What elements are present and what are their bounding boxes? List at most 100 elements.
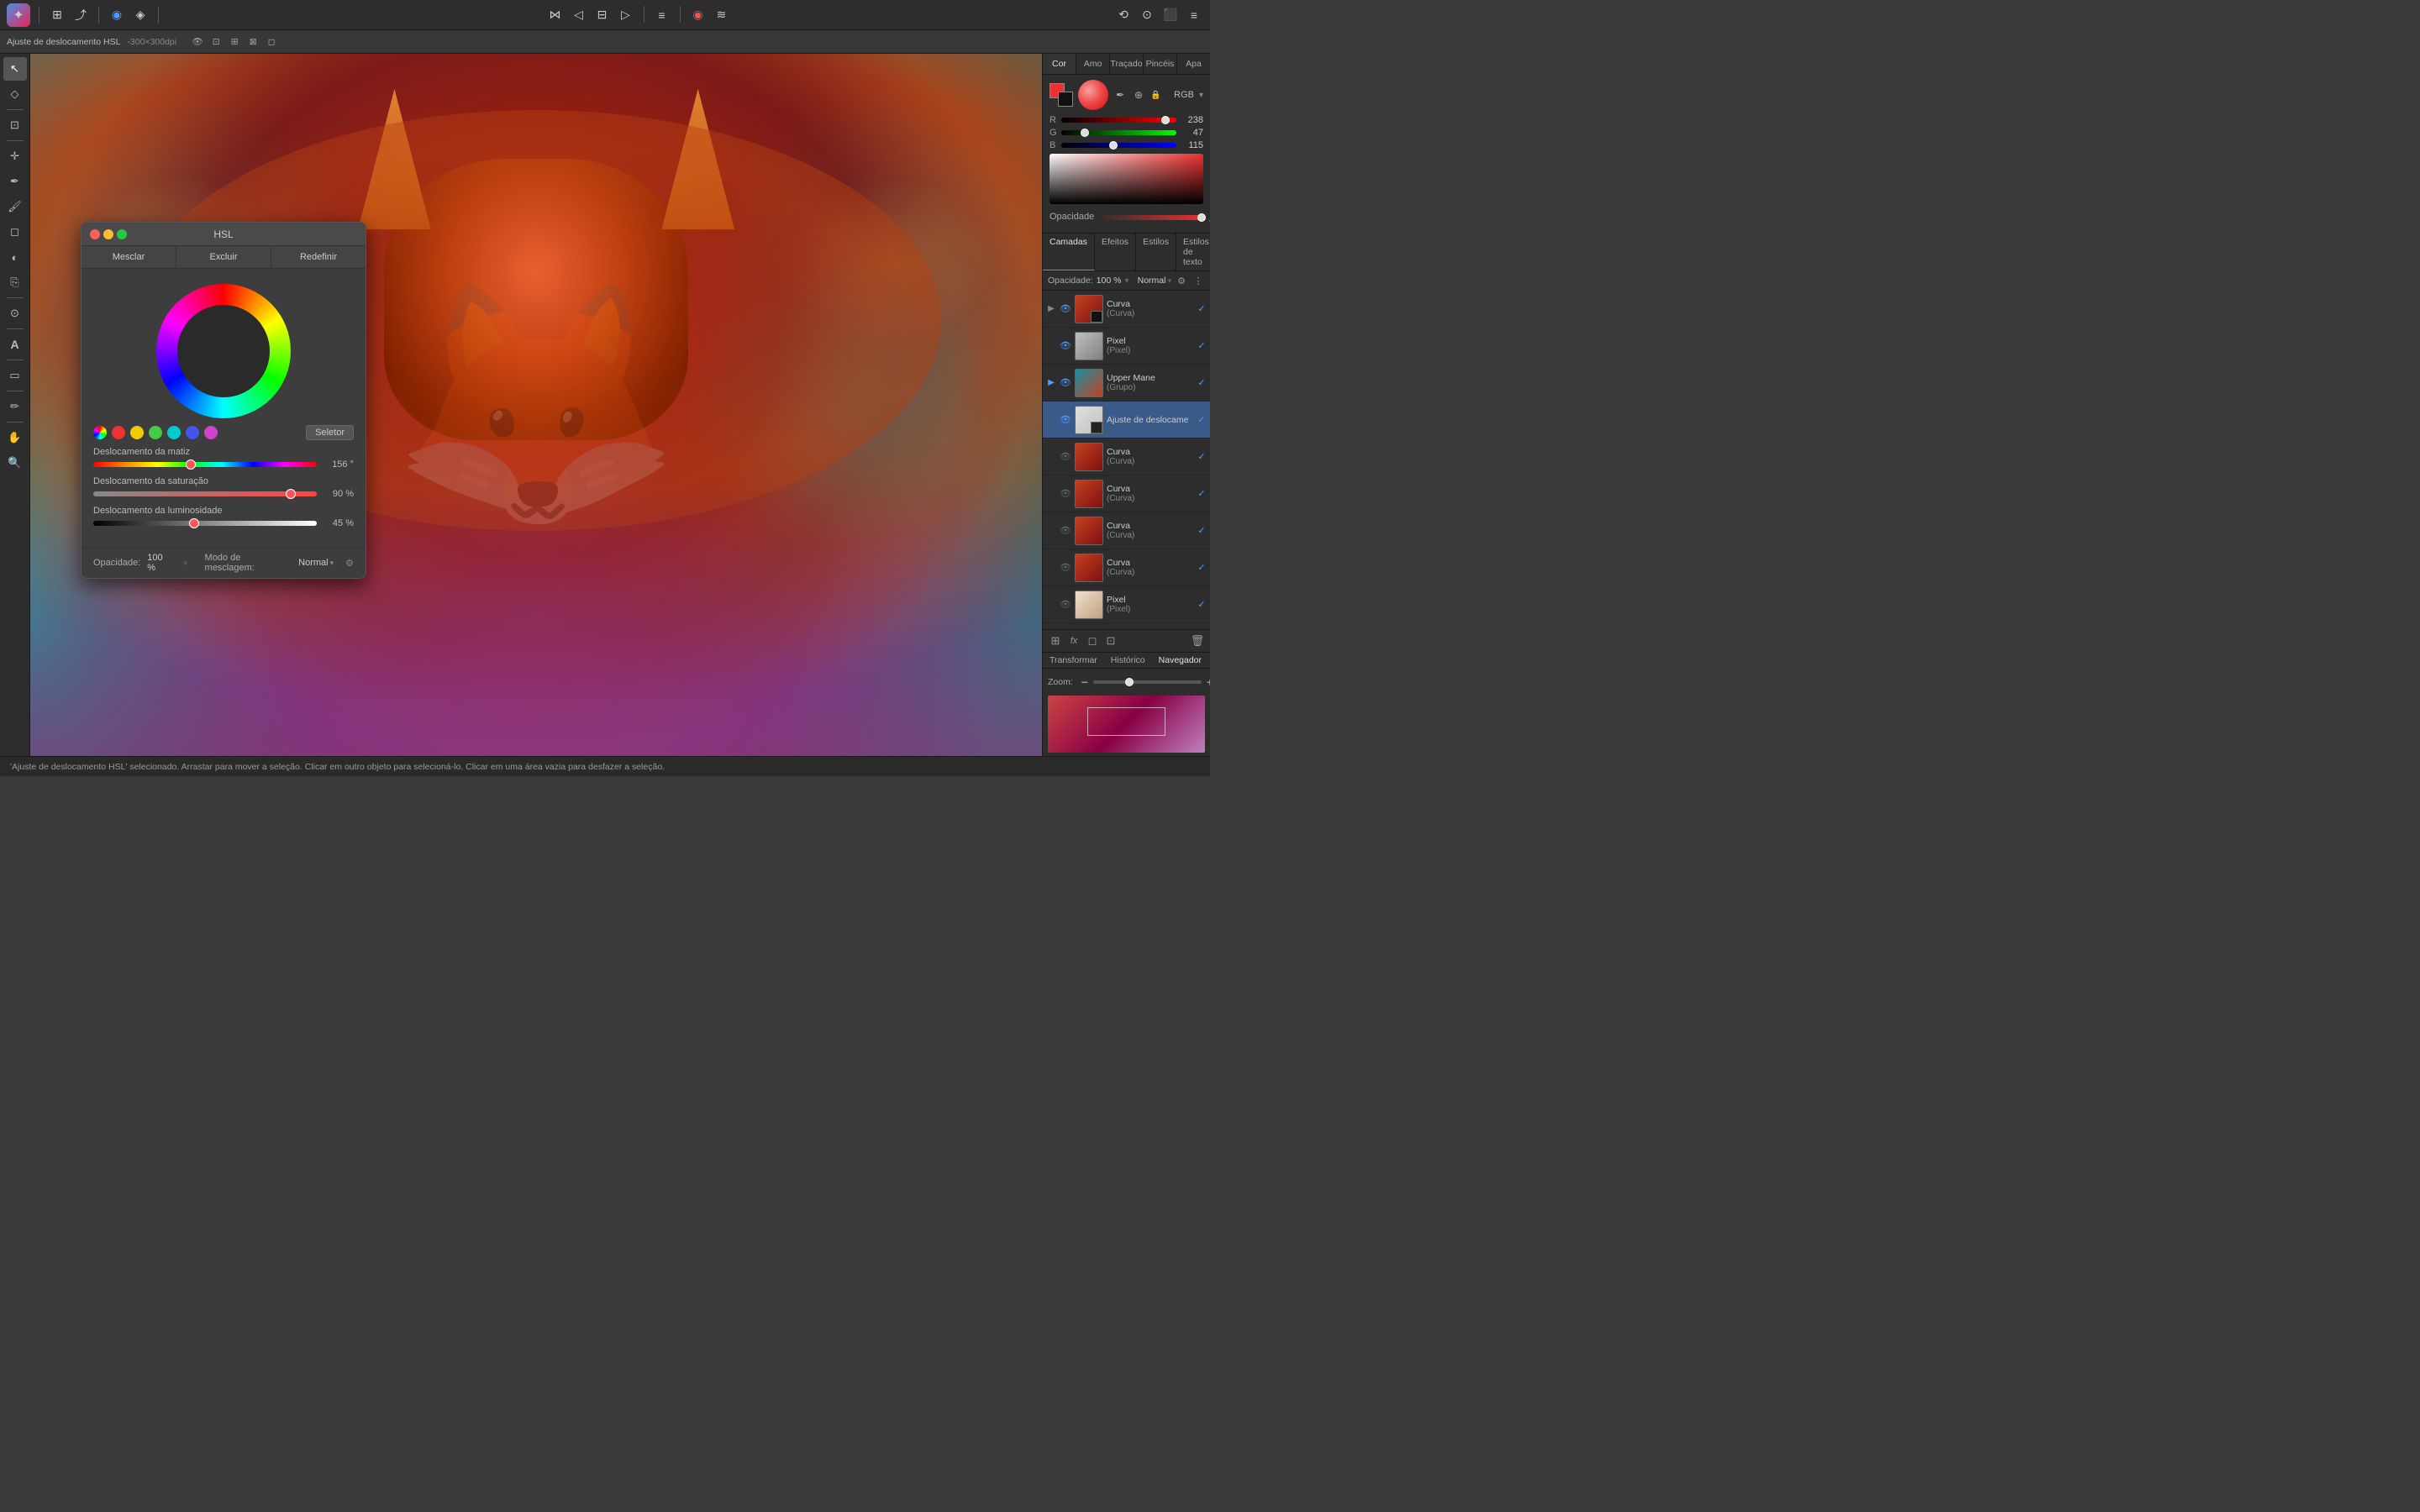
layer-item-1[interactable]: ▶ 👁 Curva (Curva) ✓ (1043, 291, 1210, 328)
app-icon[interactable]: ✦ (7, 3, 30, 27)
export-icon[interactable]: ⬛ (1161, 6, 1180, 24)
layer-expand-5[interactable] (1046, 452, 1056, 462)
layer-expand-2[interactable] (1046, 341, 1056, 351)
lock-icon[interactable]: 🔒 (1150, 91, 1160, 100)
r-slider[interactable] (1061, 118, 1176, 123)
more-icon[interactable]: ≡ (1185, 6, 1203, 24)
tool-blur[interactable]: ⊙ (3, 302, 27, 325)
zoom-in-btn[interactable]: + (1207, 675, 1210, 689)
hsl-reset-btn[interactable]: Redefinir (271, 246, 366, 268)
layer-expand-6[interactable] (1046, 489, 1056, 499)
b-slider[interactable] (1061, 143, 1176, 148)
resize-icon[interactable]: ⊞ (227, 34, 242, 50)
persona-photo-icon[interactable]: ◉ (108, 6, 126, 24)
layers-blend-mode[interactable]: Normal ▾ (1138, 276, 1171, 286)
lum-slider[interactable] (93, 521, 317, 526)
zoom-out-btn[interactable]: − (1081, 675, 1088, 689)
canvas-area[interactable]: HSL Mesclar Excluir Redefinir (30, 54, 1042, 756)
color-wheel[interactable] (156, 284, 291, 418)
hsl-merge-btn[interactable]: Mesclar (82, 246, 176, 268)
layer-expand-4[interactable] (1046, 415, 1056, 425)
share-icon[interactable]: ⤴ (71, 6, 90, 24)
layer-item-7[interactable]: 👁 Curva (Curva) ✓ (1043, 512, 1210, 549)
tool-hand[interactable]: ✋ (3, 426, 27, 449)
tool-node[interactable]: ◇ (3, 82, 27, 106)
layer-check-4[interactable]: ✓ (1197, 414, 1207, 425)
brush-options-icon[interactable]: ≋ (713, 6, 731, 24)
persona-pixel-icon[interactable]: ◈ (131, 6, 150, 24)
frame-icon[interactable]: ⊡ (208, 34, 224, 50)
opacity-footer-value[interactable]: 100 % (147, 553, 173, 573)
layer-visibility-5[interactable]: 👁 (1060, 451, 1071, 463)
tool-text[interactable]: A (3, 333, 27, 356)
layer-visibility-7[interactable]: 👁 (1060, 525, 1071, 537)
layers-adjust-icon[interactable]: ⊡ (1103, 633, 1118, 648)
layer-expand-8[interactable] (1046, 563, 1056, 573)
opacity-slider[interactable] (1097, 215, 1206, 220)
search-icon[interactable]: ⊙ (1138, 6, 1156, 24)
blend-footer-value[interactable]: Normal ▾ (298, 558, 334, 568)
swatch-cyan[interactable] (167, 426, 181, 439)
layer-item-3[interactable]: ▶ 👁 Upper Mane (Grupo) ✓ (1043, 365, 1210, 402)
tool-eyedropper[interactable]: ✒ (3, 170, 27, 193)
tool-brush[interactable]: 🖌 (3, 195, 27, 218)
color-model[interactable]: RGB (1174, 90, 1194, 100)
layer-visibility-2[interactable]: 👁 (1060, 340, 1071, 352)
layers-opacity-arrow[interactable]: ▾ (1125, 276, 1129, 286)
layer-item-8[interactable]: 👁 Curva (Curva) ✓ (1043, 549, 1210, 586)
tool-zoom[interactable]: 🔍 (3, 451, 27, 475)
align-icon[interactable]: ≡ (653, 6, 671, 24)
layers-fx-icon[interactable]: fx (1066, 633, 1081, 648)
layer-visibility-3[interactable]: 👁 (1060, 377, 1071, 389)
tab-styles[interactable]: Estilos (1136, 234, 1176, 270)
arrange-right-icon[interactable]: ▷ (617, 6, 635, 24)
layer-expand-9[interactable] (1046, 600, 1056, 610)
arrange-center-icon[interactable]: ⊟ (593, 6, 612, 24)
layer-check-1[interactable]: ✓ (1197, 303, 1207, 314)
swatch-rainbow[interactable] (93, 426, 107, 439)
bg-color[interactable] (1058, 92, 1073, 107)
hsl-delete-btn[interactable]: Excluir (176, 246, 271, 268)
layer-check-5[interactable]: ✓ (1197, 451, 1207, 462)
g-slider[interactable] (1061, 130, 1176, 135)
tab-text-styles[interactable]: Estilos de texto (1176, 234, 1210, 270)
tab-layers[interactable]: Camadas (1043, 234, 1095, 270)
layer-item-4[interactable]: 👁 Ajuste de deslocame ✓ (1043, 402, 1210, 438)
tool-arrow[interactable]: ↖ (3, 57, 27, 81)
layers-opacity-value[interactable]: 100 % (1097, 276, 1122, 286)
eyedropper-icon[interactable]: ✒ (1113, 88, 1127, 102)
tab-amo[interactable]: Amo (1076, 54, 1110, 74)
gear-icon[interactable]: ⚙ (345, 558, 354, 569)
transform-icon[interactable]: ⊠ (245, 34, 260, 50)
swatch-green[interactable] (149, 426, 162, 439)
layer-item-6[interactable]: 👁 Curva (Curva) ✓ (1043, 475, 1210, 512)
swatch-red[interactable] (112, 426, 125, 439)
layer-expand-7[interactable] (1046, 526, 1056, 536)
tab-cor[interactable]: Cor (1043, 54, 1076, 74)
layer-check-6[interactable]: ✓ (1197, 488, 1207, 499)
color-circle[interactable] (1078, 80, 1108, 110)
mask-icon[interactable]: ◻ (264, 34, 279, 50)
tab-pinceis[interactable]: Pincéis (1144, 54, 1177, 74)
view-eye-icon[interactable]: 👁 (190, 34, 205, 50)
layer-check-7[interactable]: ✓ (1197, 525, 1207, 536)
tab-transform[interactable]: Transformar (1043, 653, 1104, 668)
tab-tracado[interactable]: Traçado (1110, 54, 1144, 74)
sat-slider[interactable] (93, 491, 317, 496)
window-minimize-btn[interactable] (103, 229, 113, 239)
tab-apa[interactable]: Apa (1177, 54, 1210, 74)
tool-clone[interactable]: ⎘ (3, 270, 27, 294)
hsl-titlebar[interactable]: HSL (82, 223, 366, 246)
swatch-yellow[interactable] (130, 426, 144, 439)
layer-item-2[interactable]: 👁 Pixel (Pixel) ✓ (1043, 328, 1210, 365)
layers-group-icon[interactable]: ⊞ (1048, 633, 1063, 648)
arrange-left-icon[interactable]: ◁ (570, 6, 588, 24)
tab-expand-nav[interactable]: ⊡ (1208, 653, 1210, 668)
layers-delete-icon[interactable]: 🗑 (1190, 633, 1205, 648)
layer-visibility-8[interactable]: 👁 (1060, 562, 1071, 574)
zoom-slider[interactable] (1093, 680, 1202, 684)
tool-dodge[interactable]: ◐ (3, 245, 27, 269)
layers-settings-icon[interactable]: ⚙ (1175, 274, 1188, 287)
tool-move[interactable]: ✛ (3, 144, 27, 168)
color-model-arrow[interactable]: ▾ (1199, 91, 1203, 100)
